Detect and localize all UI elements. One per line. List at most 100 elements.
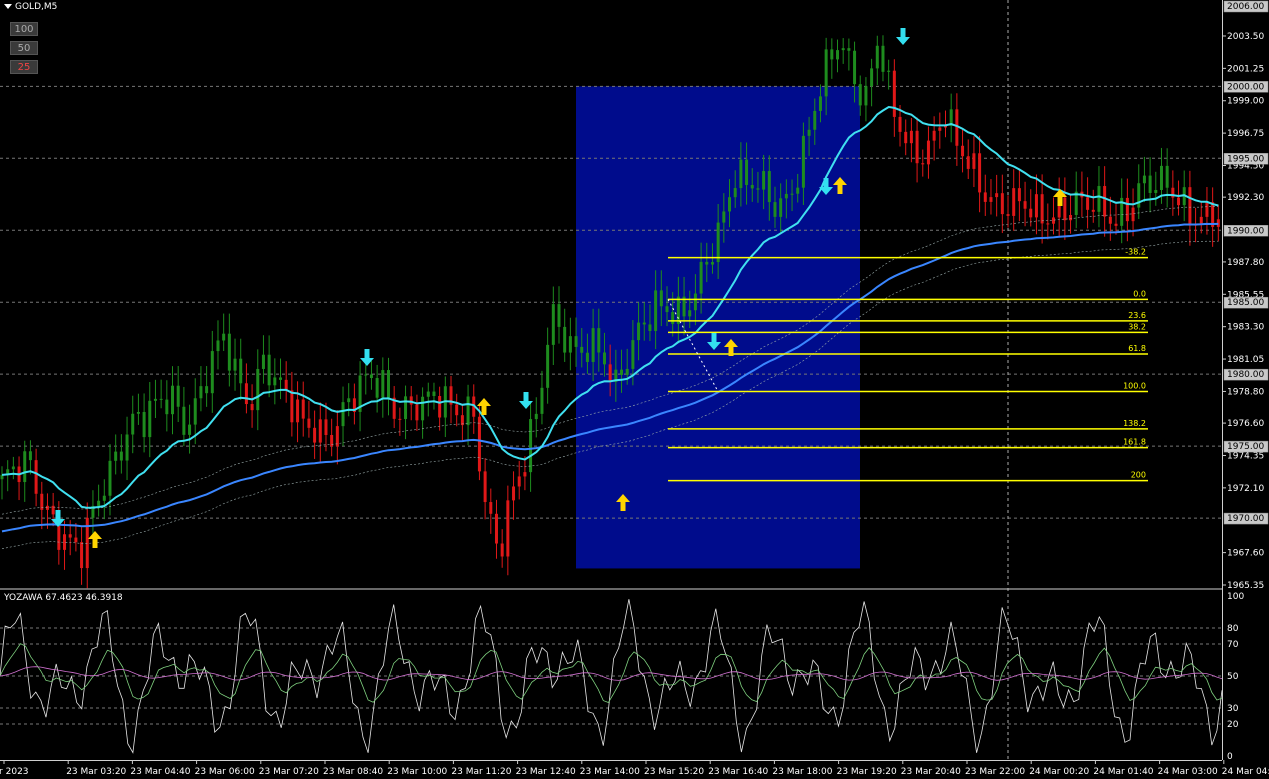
fib-level-label: 38.2	[1128, 322, 1146, 331]
candle-body	[136, 412, 140, 414]
candle-body	[716, 222, 720, 263]
level-button-100[interactable]: 100	[10, 22, 38, 36]
candle-body	[699, 261, 703, 294]
price-label: 1976.60	[1227, 419, 1264, 429]
candle-body	[983, 192, 987, 202]
candle-body	[676, 296, 680, 324]
candle-body	[216, 340, 220, 352]
candle-body	[585, 352, 589, 362]
candle-body	[836, 50, 840, 60]
candle-body	[153, 398, 157, 401]
level-button-50[interactable]: 50	[10, 41, 38, 55]
candle-body	[1097, 186, 1101, 212]
fib-level-label: 138.2	[1123, 419, 1146, 428]
fib-level-label: 61.8	[1128, 344, 1146, 353]
candle-body	[176, 385, 180, 407]
candle-body	[210, 351, 214, 394]
candle-body	[870, 68, 874, 87]
candle-body	[296, 399, 300, 423]
candle-body	[1029, 208, 1033, 218]
candle-body	[671, 312, 675, 324]
time-label: 23 Mar 11:20	[451, 767, 511, 777]
time-label: 24 Mar 00:20	[1029, 767, 1089, 777]
candle-body	[421, 396, 425, 421]
candle-body	[256, 368, 260, 411]
candle-body	[142, 412, 146, 438]
level-button-25[interactable]: 25	[10, 60, 38, 74]
candle-body	[563, 326, 567, 353]
candle-body	[568, 336, 572, 353]
candle-body	[1017, 188, 1021, 202]
candle-body	[551, 304, 555, 345]
candle-body	[756, 188, 760, 190]
time-label: 23 Mar 19:20	[837, 767, 897, 777]
candle-body	[1023, 201, 1027, 209]
candle-body	[557, 304, 561, 327]
candle-body	[1125, 197, 1129, 222]
candle-body	[631, 340, 635, 369]
candle-body	[779, 198, 783, 217]
price-marker-label: 2006.00	[1227, 2, 1264, 12]
candle-body	[114, 451, 118, 461]
oscillator-axis-label: 80	[1227, 624, 1239, 634]
candle-body	[534, 413, 538, 420]
candle-body	[313, 427, 317, 443]
candle-body	[926, 140, 930, 165]
candle-body	[1091, 209, 1095, 212]
candle-body	[654, 290, 658, 332]
price-label: 1972.10	[1227, 484, 1264, 494]
candle-body	[1154, 189, 1158, 193]
candle-body	[489, 502, 493, 514]
oscillator-axis-label: 20	[1227, 720, 1239, 730]
candle-body	[847, 48, 851, 51]
candle-body	[710, 262, 714, 265]
price-marker-label: 1980.00	[1227, 370, 1264, 380]
candle-body	[1142, 175, 1146, 184]
candle-body	[597, 328, 601, 353]
candle-body	[381, 370, 385, 398]
candle-body	[477, 416, 481, 472]
trading-chart[interactable]: -38.20.023.638.261.8100.0138.2161.820020…	[0, 0, 1269, 779]
candle-body	[182, 406, 186, 435]
candle-body	[1034, 194, 1038, 218]
price-marker-label: 1975.00	[1227, 442, 1264, 452]
time-label: 24 Mar 04:20	[1222, 767, 1269, 777]
candle-body	[637, 322, 641, 341]
candle-body	[818, 96, 822, 111]
time-label: 24 Mar 01:40	[1093, 767, 1153, 777]
candle-body	[1040, 194, 1044, 224]
candle-body	[318, 419, 322, 443]
candle-body	[830, 49, 834, 60]
candle-body	[546, 344, 550, 388]
candle-body	[108, 460, 112, 496]
dropdown-triangle-icon[interactable]	[4, 4, 12, 9]
time-label: 24 Mar 03:00	[1158, 767, 1218, 777]
candle-body	[784, 193, 788, 199]
candle-body	[1114, 223, 1118, 226]
candle-body	[807, 129, 811, 136]
candle-body	[1159, 165, 1163, 190]
candle-body	[233, 358, 237, 371]
candle-body	[455, 404, 459, 416]
time-label: 23 Mar 12:40	[516, 767, 576, 777]
candle-body	[386, 370, 390, 398]
candle-body	[1103, 186, 1107, 217]
candle-body	[1063, 197, 1067, 221]
candle-body	[517, 476, 521, 487]
candle-body	[972, 153, 976, 169]
candle-body	[466, 396, 470, 426]
oscillator-axis-label: 70	[1227, 640, 1239, 650]
price-label: 1996.75	[1227, 129, 1264, 139]
candle-body	[602, 352, 606, 365]
candle-body	[119, 451, 123, 461]
candle-body	[961, 145, 965, 157]
candle-body	[1131, 207, 1135, 222]
price-label: 1981.05	[1227, 355, 1264, 365]
price-label: 2003.50	[1227, 32, 1264, 42]
candle-body	[307, 418, 311, 428]
candle-body	[494, 513, 498, 544]
candle-body	[540, 387, 544, 414]
candle-body	[34, 460, 38, 494]
candle-body	[97, 500, 101, 506]
candle-body	[375, 378, 379, 398]
